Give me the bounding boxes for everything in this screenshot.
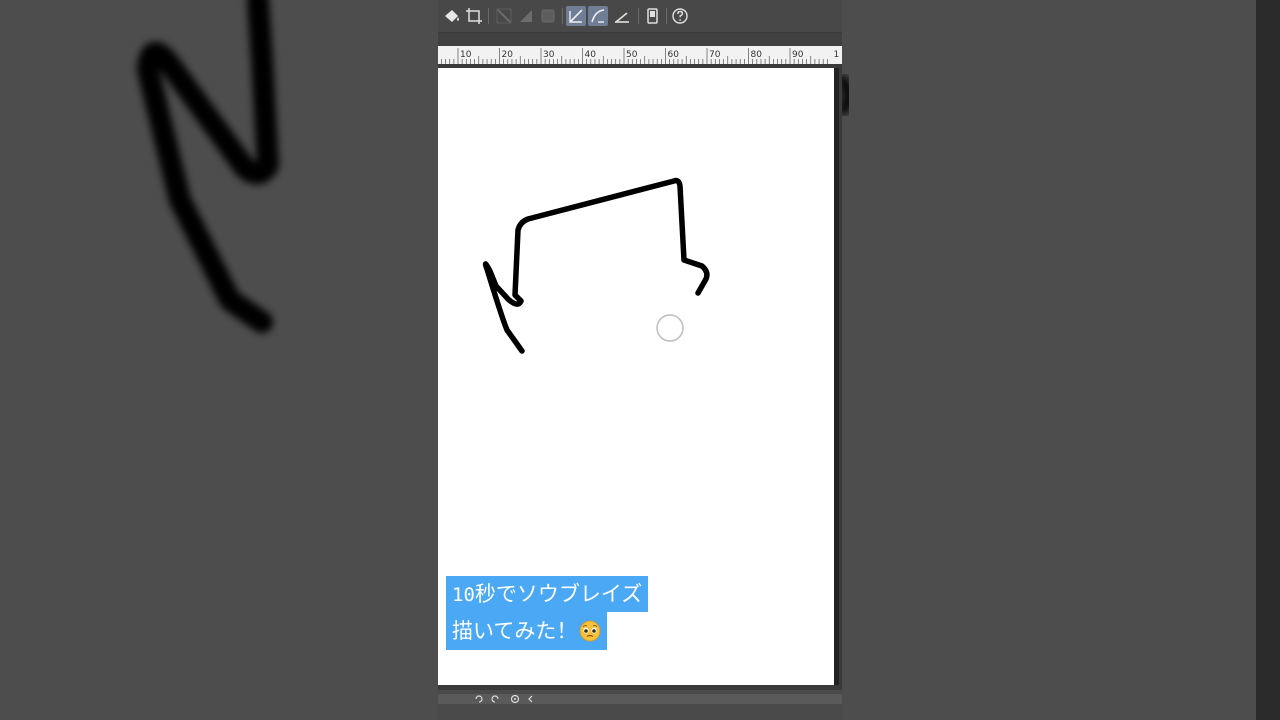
ruler-perspective-icon[interactable] — [612, 6, 632, 26]
caption-number: 10 — [452, 584, 475, 606]
help-icon[interactable] — [670, 6, 690, 26]
ruler-label: 1 — [834, 50, 840, 60]
horizontal-ruler: 10 20 30 40 50 60 70 80 90 1 — [438, 46, 842, 65]
ruler-label: 70 — [709, 50, 721, 60]
toolbar-separator — [666, 8, 667, 24]
ruler-line-icon[interactable] — [566, 6, 586, 26]
ruler-curve-icon[interactable] — [588, 6, 608, 26]
redo-icon[interactable] — [490, 694, 500, 704]
canvas-shadow — [834, 68, 839, 685]
undo-icon[interactable] — [474, 694, 484, 704]
snap-gradient-icon[interactable] — [516, 6, 536, 26]
ruler-label: 50 — [626, 50, 638, 60]
caption-text-1: 秒でソウブレイズ — [474, 582, 643, 606]
ruler-label: 60 — [668, 50, 680, 60]
device-icon[interactable] — [642, 6, 662, 26]
brush-cursor — [656, 314, 684, 342]
toolbar-gap — [438, 33, 842, 46]
rotate-icon[interactable] — [510, 694, 520, 704]
bottom-bar — [438, 690, 842, 720]
right-edge-panel — [1256, 0, 1280, 720]
app-window: 10 20 30 40 50 60 70 80 90 1 10秒でソウブレイズ 描いてみた！ — [438, 0, 842, 720]
caption-line-2: 描いてみた！ — [446, 612, 608, 650]
caption-line-1: 10秒でソウブレイズ — [446, 576, 649, 612]
transform-icon[interactable] — [464, 6, 484, 26]
ruler-label: 40 — [585, 50, 597, 60]
ruler-label: 30 — [543, 50, 555, 60]
flip-icon[interactable] — [526, 694, 536, 704]
toolbar-separator — [638, 8, 639, 24]
fill-icon[interactable] — [442, 6, 462, 26]
pleading-face-emoji — [579, 620, 601, 642]
toolbar-separator — [562, 8, 563, 24]
snap-square-icon[interactable] — [538, 6, 558, 26]
ruler-label: 10 — [460, 50, 472, 60]
command-bar — [438, 0, 842, 33]
toolbar-separator — [488, 8, 489, 24]
snap-line-icon[interactable] — [494, 6, 514, 26]
caption-text-2: 描いてみた！ — [452, 619, 578, 643]
ruler-label: 20 — [502, 50, 514, 60]
ruler-label: 80 — [751, 50, 763, 60]
ruler-label: 90 — [792, 50, 804, 60]
